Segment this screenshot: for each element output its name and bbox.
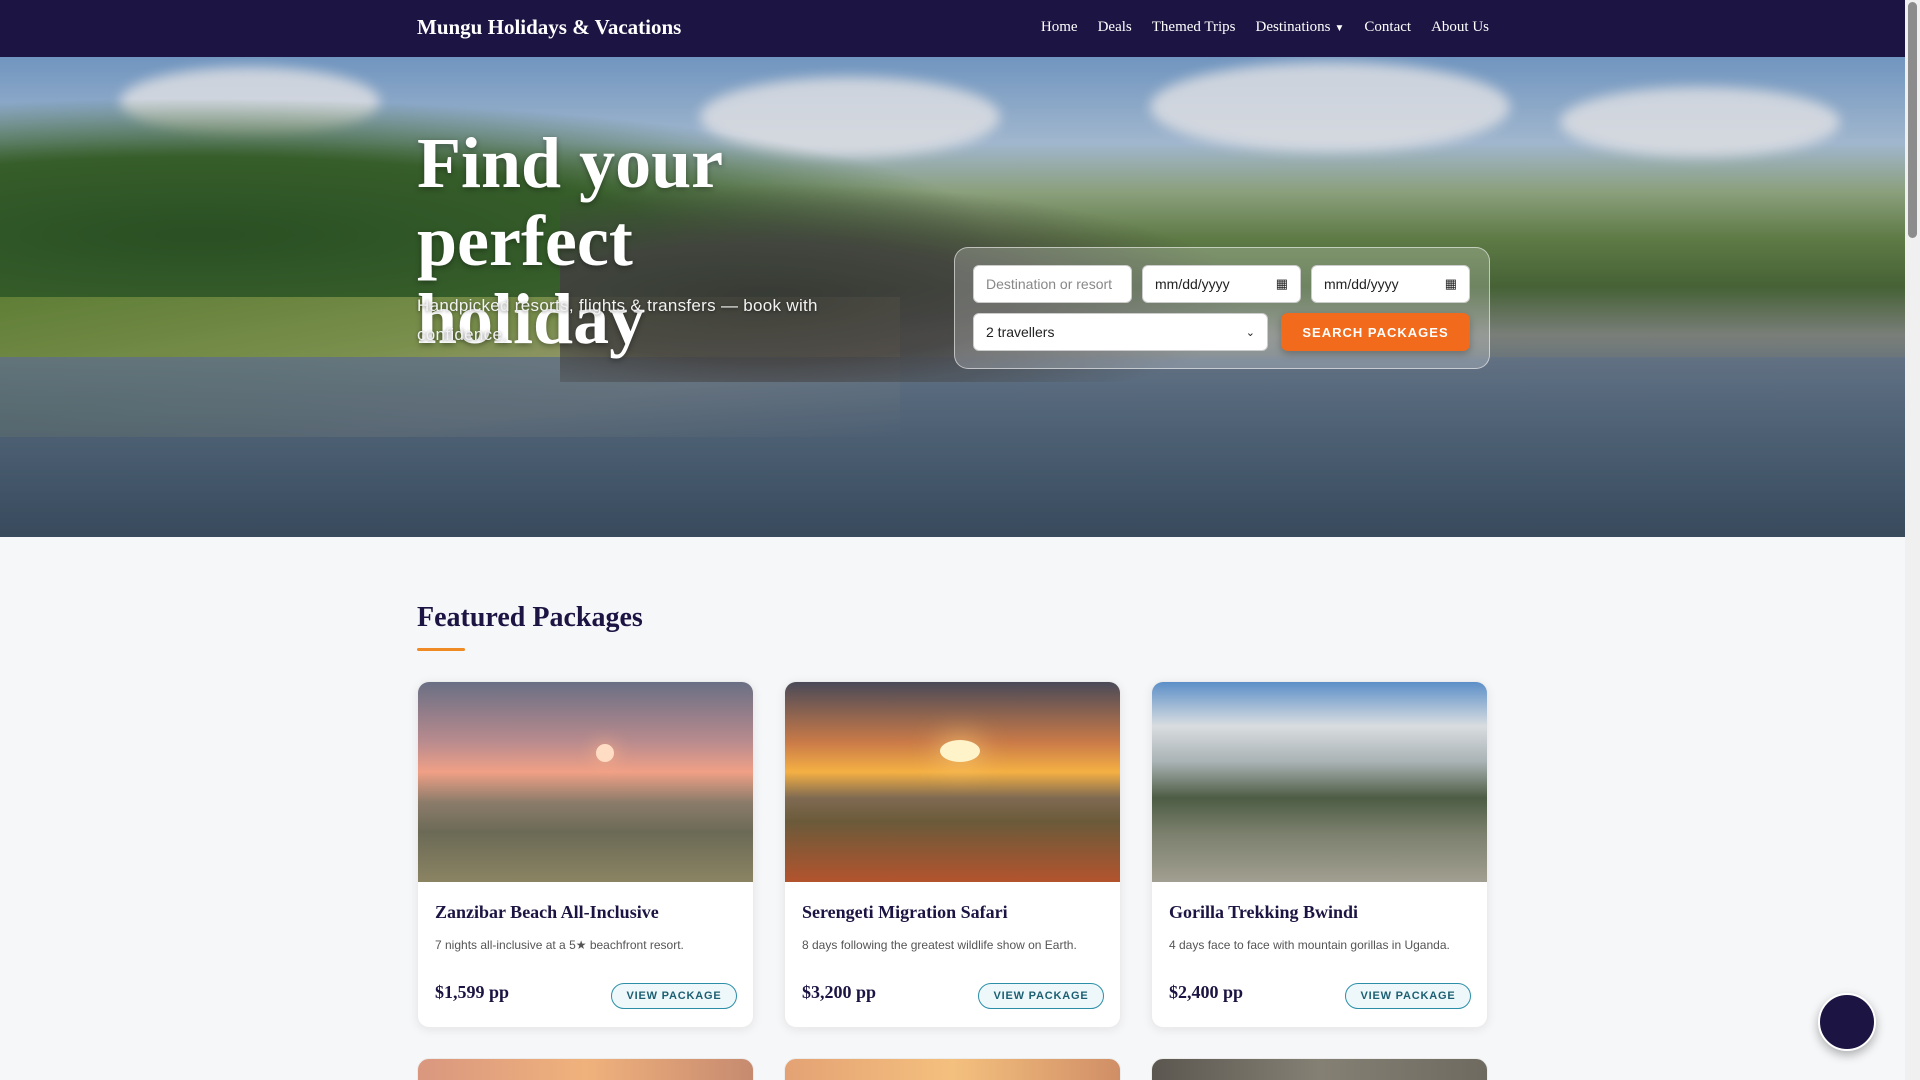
hero-banner [0,57,1905,537]
package-image [1152,682,1487,882]
section-title-underline [417,648,465,651]
package-image [785,682,1120,882]
start-date-value: mm/dd/yyyy [1155,276,1230,292]
package-price: $2,400 pp [1169,982,1244,1002]
chat-icon[interactable] [1818,993,1876,1051]
package-card-partial[interactable] [1151,1058,1488,1080]
page-scrollbar[interactable] [1905,0,1920,1080]
nav-home[interactable]: Home [1041,19,1078,36]
nav-about[interactable]: About Us [1431,19,1489,36]
view-package-button[interactable]: VIEW PACKAGE [978,983,1104,1009]
nav-themed-trips[interactable]: Themed Trips [1152,19,1236,36]
package-card[interactable]: Zanzibar Beach All-Inclusive 7 nights al… [417,681,754,1028]
nav-destinations[interactable]: Destinations ▼ [1256,19,1345,36]
package-description: 8 days following the greatest wildlife s… [802,938,1077,952]
nav-deals[interactable]: Deals [1098,19,1132,36]
hero-overlay [0,57,1905,537]
destination-input[interactable]: Destination or resort [973,265,1132,303]
package-card[interactable]: Gorilla Trekking Bwindi 4 days face to f… [1151,681,1488,1028]
package-card-partial[interactable] [784,1058,1121,1080]
search-packages-button[interactable]: SEARCH PACKAGES [1281,313,1470,351]
end-date-input[interactable]: mm/dd/yyyy ▦ [1311,265,1470,303]
hero-subtitle: Handpicked resorts, flights & transfers … [417,296,818,344]
package-title: Serengeti Migration Safari [802,902,1008,922]
top-navbar: Mungu Holidays & Vacations Home Deals Th… [0,0,1905,57]
package-price: $1,599 pp [435,982,510,1002]
nav-contact[interactable]: Contact [1364,19,1411,36]
nav-destinations-label: Destinations [1255,19,1331,35]
sun-graphic [596,744,614,762]
calendar-icon[interactable]: ▦ [1445,276,1457,292]
package-price: $3,200 pp [802,982,877,1002]
view-package-button[interactable]: VIEW PACKAGE [1345,983,1471,1009]
calendar-icon[interactable]: ▦ [1276,276,1288,292]
section-title: Featured Packages [417,602,643,633]
start-date-input[interactable]: mm/dd/yyyy ▦ [1142,265,1301,303]
package-image [418,682,753,882]
package-description: 7 nights all-inclusive at a 5★ beachfron… [435,938,684,952]
travellers-value: 2 travellers [986,324,1055,340]
search-panel: Destination or resort mm/dd/yyyy ▦ mm/dd… [954,247,1490,369]
package-description: 4 days face to face with mountain gorill… [1169,938,1450,952]
chevron-down-icon: ⌄ [1245,326,1255,339]
package-title: Gorilla Trekking Bwindi [1169,902,1359,922]
nav-menu: Home Deals Themed Trips Destinations ▼ Co… [1041,19,1489,36]
end-date-value: mm/dd/yyyy [1324,276,1399,292]
chevron-down-icon: ▼ [1334,23,1345,34]
sun-graphic [940,740,980,762]
travellers-select[interactable]: 2 travellers ⌄ [973,313,1268,351]
package-card[interactable]: Serengeti Migration Safari 8 days follow… [784,681,1121,1028]
view-package-button[interactable]: VIEW PACKAGE [611,983,737,1009]
scrollbar-thumb[interactable] [1908,2,1917,238]
package-card-partial[interactable] [417,1058,754,1080]
brand-logo[interactable]: Mungu Holidays & Vacations [417,15,681,40]
package-title: Zanzibar Beach All-Inclusive [435,902,659,922]
